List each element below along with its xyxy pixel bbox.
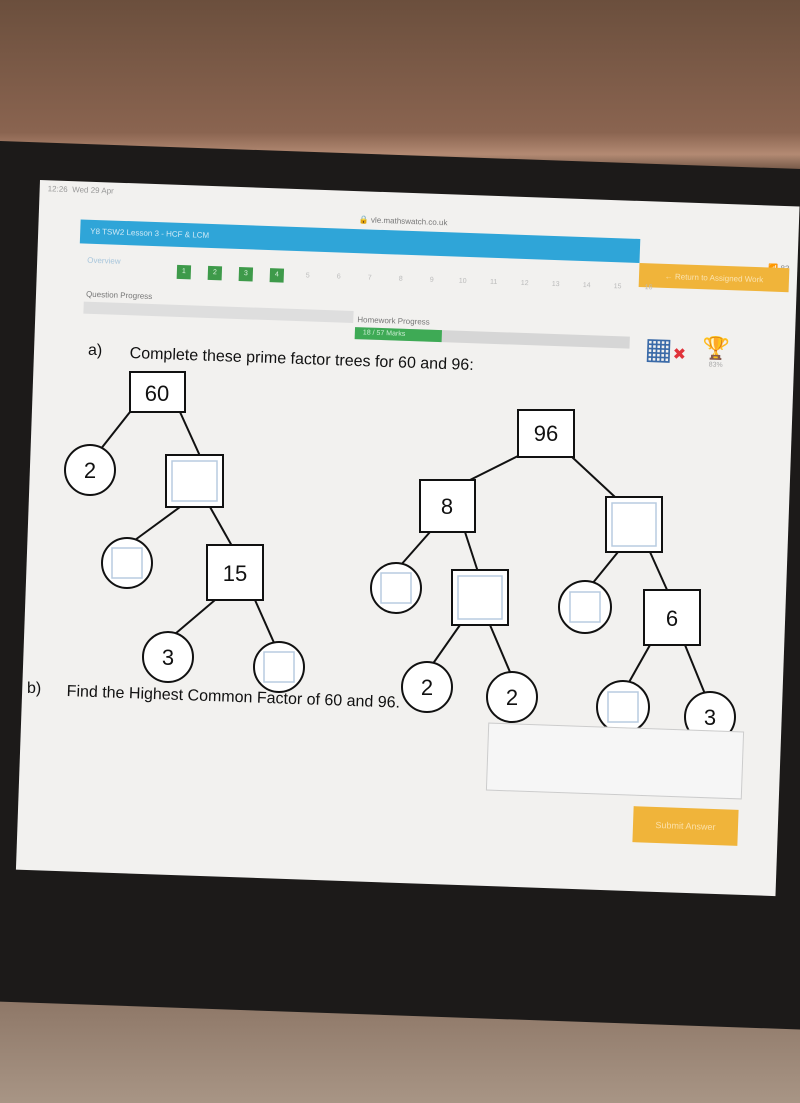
hcf-answer-input[interactable] bbox=[485, 722, 745, 800]
node-circle bbox=[558, 580, 612, 634]
node-box bbox=[451, 569, 509, 626]
node-15: 15 bbox=[223, 561, 247, 586]
part-a-label: a) bbox=[88, 342, 103, 359]
node-6: 6 bbox=[666, 606, 678, 631]
node-circle bbox=[596, 680, 650, 734]
node-8: 8 bbox=[441, 494, 453, 519]
node-box bbox=[605, 496, 663, 553]
node-3: 3 bbox=[704, 705, 716, 730]
node-60: 60 bbox=[145, 381, 169, 406]
node-2: 2 bbox=[84, 458, 96, 483]
node-3: 3 bbox=[162, 645, 174, 670]
node-96: 96 bbox=[534, 421, 558, 446]
node-circle bbox=[370, 562, 422, 614]
node-2: 2 bbox=[421, 675, 433, 700]
node-box bbox=[165, 454, 224, 508]
submit-answer-button[interactable]: Submit Answer bbox=[632, 806, 739, 846]
part-b-label: b) bbox=[27, 680, 42, 697]
node-circle bbox=[253, 641, 305, 693]
node-circle bbox=[101, 537, 153, 589]
node-2: 2 bbox=[506, 685, 518, 710]
factor-trees: 60 2 15 3 96 8 2 2 6 3 bbox=[64, 371, 736, 743]
